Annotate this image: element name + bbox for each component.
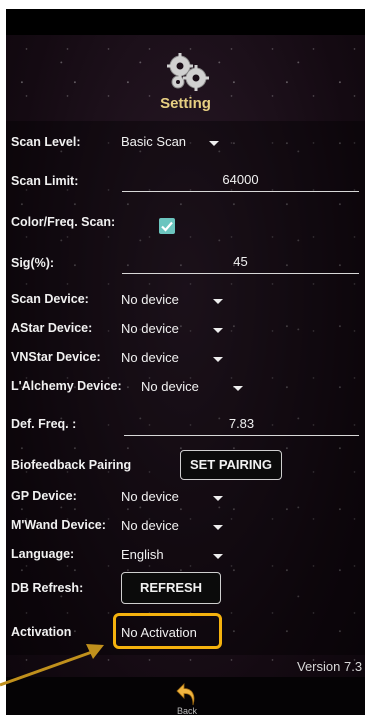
- back-label: Back: [176, 706, 197, 715]
- db-refresh-label: DB Refresh:: [11, 581, 84, 595]
- refresh-button[interactable]: REFRESH: [121, 572, 221, 604]
- gp-device-value: No device: [121, 489, 179, 504]
- lalchemy-device-label: L'Alchemy Device:: [11, 379, 122, 393]
- lalchemy-device-dropdown[interactable]: No device: [141, 376, 251, 398]
- chevron-down-icon: [213, 554, 223, 559]
- chevron-down-icon: [213, 357, 223, 362]
- version-text: Version 7.3: [297, 659, 363, 674]
- vnstar-device-label: VNStar Device:: [11, 350, 101, 364]
- chevron-down-icon: [213, 328, 223, 333]
- scan-level-value: Basic Scan: [121, 134, 187, 149]
- color-freq-scan-checkbox[interactable]: [159, 218, 175, 234]
- language-value: English: [121, 547, 164, 562]
- language-dropdown[interactable]: English: [121, 544, 231, 566]
- activation-value[interactable]: No Activation: [121, 625, 197, 640]
- scan-level-dropdown[interactable]: Basic Scan: [121, 131, 231, 153]
- checkmark-icon: [161, 221, 173, 232]
- scan-device-dropdown[interactable]: No device: [121, 289, 231, 311]
- scan-level-label: Scan Level:: [11, 135, 81, 149]
- sig-input[interactable]: 45: [122, 251, 359, 274]
- chevron-down-icon: [209, 141, 219, 146]
- gear-icon: [164, 51, 210, 98]
- app-screen: Setting Scan Level: Basic Scan Scan Limi…: [6, 9, 365, 715]
- undo-arrow-icon: [176, 683, 195, 706]
- scan-device-value: No device: [121, 292, 179, 307]
- scan-limit-input[interactable]: 64000: [122, 169, 359, 192]
- biofeedback-pairing-label: Biofeedback Pairing: [11, 458, 132, 472]
- mwand-device-dropdown[interactable]: No device: [121, 515, 231, 537]
- activation-label: Activation: [11, 625, 72, 639]
- set-pairing-button[interactable]: SET PAIRING: [180, 450, 282, 480]
- astar-device-value: No device: [121, 321, 179, 336]
- language-label: Language:: [11, 547, 75, 561]
- chevron-down-icon: [213, 525, 223, 530]
- scan-device-label: Scan Device:: [11, 292, 89, 306]
- back-button[interactable]: Back: [171, 679, 203, 715]
- color-freq-scan-label: Color/Freq. Scan:: [11, 215, 116, 229]
- mwand-device-value: No device: [121, 518, 179, 533]
- gp-device-dropdown[interactable]: No device: [121, 486, 231, 508]
- chevron-down-icon: [213, 496, 223, 501]
- astar-device-label: AStar Device:: [11, 321, 93, 335]
- status-bar: [6, 9, 365, 35]
- gp-device-label: GP Device:: [11, 489, 77, 503]
- chevron-down-icon: [233, 386, 243, 391]
- astar-device-dropdown[interactable]: No device: [121, 318, 231, 340]
- vnstar-device-dropdown[interactable]: No device: [121, 347, 231, 369]
- scan-limit-label: Scan Limit:: [11, 174, 79, 188]
- page-title: Setting: [160, 95, 211, 112]
- chevron-down-icon: [213, 299, 223, 304]
- def-freq-input[interactable]: 7.83: [124, 413, 359, 436]
- sig-label: Sig(%):: [11, 256, 55, 270]
- def-freq-label: Def. Freq. :: [11, 417, 77, 431]
- lalchemy-device-value: No device: [141, 379, 199, 394]
- vnstar-device-value: No device: [121, 350, 179, 365]
- mwand-device-label: M'Wand Device:: [11, 518, 106, 532]
